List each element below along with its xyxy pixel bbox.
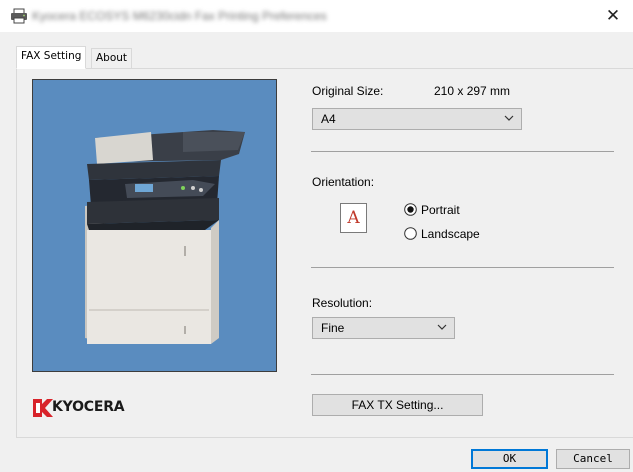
orientation-label: Orientation: <box>312 175 375 189</box>
printer-image <box>85 130 245 344</box>
tab-about[interactable]: About <box>91 48 133 69</box>
resolution-select[interactable]: Fine <box>312 317 455 339</box>
printer-icon <box>11 8 27 24</box>
kyocera-logo-mark <box>33 399 53 417</box>
chevron-down-icon <box>437 324 447 330</box>
kyocera-logo-text: KYOCERA <box>52 399 125 415</box>
separator <box>311 374 614 375</box>
ok-button[interactable]: OK <box>471 449 548 469</box>
printer-preview <box>32 79 277 372</box>
original-size-dimensions: 210 x 297 mm <box>434 84 511 98</box>
fax-tx-setting-button[interactable]: FAX TX Setting... <box>312 394 483 416</box>
landscape-radio[interactable] <box>404 227 417 240</box>
original-size-value: A4 <box>321 112 336 126</box>
portrait-radio[interactable] <box>404 203 417 216</box>
close-button[interactable]: ✕ <box>593 0 633 32</box>
chevron-down-icon <box>504 115 514 121</box>
portrait-orientation-icon: A <box>340 203 367 233</box>
title-bar: Kyocera ECOSYS M6230cidn Fax Printing Pr… <box>0 0 633 32</box>
original-size-label: Original Size: <box>312 84 384 98</box>
close-icon: ✕ <box>605 6 621 25</box>
cancel-button[interactable]: Cancel <box>556 449 630 469</box>
original-size-select[interactable]: A4 <box>312 108 522 130</box>
separator <box>311 151 614 152</box>
resolution-label: Resolution: <box>312 296 373 310</box>
window-title: Kyocera ECOSYS M6230cidn Fax Printing Pr… <box>32 9 327 23</box>
portrait-label[interactable]: Portrait <box>421 203 460 217</box>
resolution-value: Fine <box>321 321 345 335</box>
separator <box>311 267 614 268</box>
kyocera-logo: KYOCERA <box>33 398 143 418</box>
landscape-label[interactable]: Landscape <box>421 227 480 241</box>
tab-fax-setting[interactable]: FAX Setting <box>16 46 87 69</box>
